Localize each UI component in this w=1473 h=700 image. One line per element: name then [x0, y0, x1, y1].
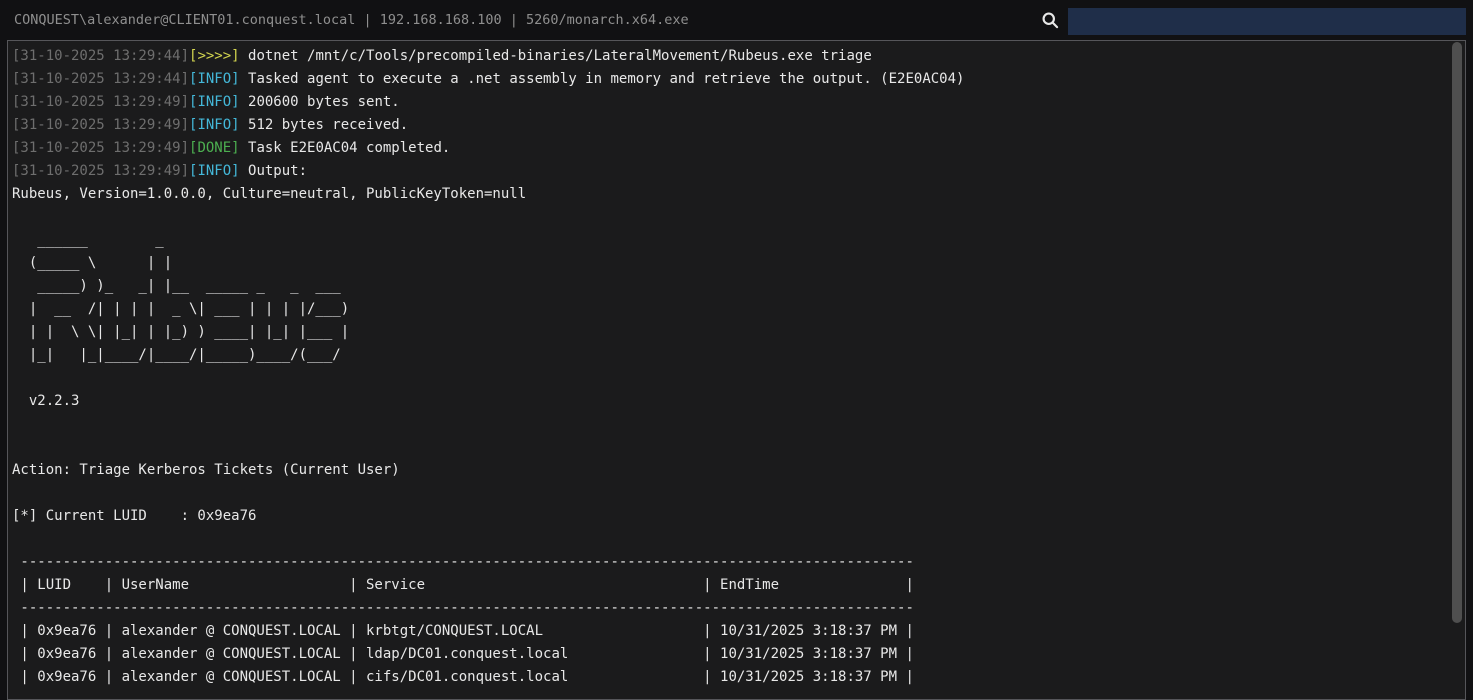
log-line: [31-10-2025 13:29:49][INFO] Output:: [12, 160, 1465, 183]
log-tag: [INFO]: [189, 94, 240, 110]
log-tag: [INFO]: [189, 71, 240, 87]
search-input[interactable]: [1068, 8, 1466, 35]
log-line: [31-10-2025 13:29:49][INFO] 512 bytes re…: [12, 114, 1465, 137]
header-bar: CONQUEST\alexander@CLIENT01.conquest.loc…: [0, 0, 1473, 40]
log-message: 512 bytes received.: [240, 117, 409, 133]
log-lines: [31-10-2025 13:29:44][>>>>] dotnet /mnt/…: [12, 45, 1465, 183]
scrollbar-thumb[interactable]: [1452, 42, 1462, 623]
log-line: [31-10-2025 13:29:44][INFO] Tasked agent…: [12, 68, 1465, 91]
log-message: Output:: [240, 163, 307, 179]
log-tag: [>>>>]: [189, 48, 240, 64]
scrollbar-track[interactable]: [1452, 41, 1462, 689]
log-timestamp: [31-10-2025 13:29:44]: [12, 48, 189, 64]
log-timestamp: [31-10-2025 13:29:44]: [12, 71, 189, 87]
log-tag: [INFO]: [189, 117, 240, 133]
log-message: Tasked agent to execute a .net assembly …: [240, 71, 965, 87]
rubeus-output: Rubeus, Version=1.0.0.0, Culture=neutral…: [12, 183, 1465, 689]
log-timestamp: [31-10-2025 13:29:49]: [12, 163, 189, 179]
log-line: [31-10-2025 13:29:44][>>>>] dotnet /mnt/…: [12, 45, 1465, 68]
log-timestamp: [31-10-2025 13:29:49]: [12, 140, 189, 156]
log-line: [31-10-2025 13:29:49][INFO] 200600 bytes…: [12, 91, 1465, 114]
log-timestamp: [31-10-2025 13:29:49]: [12, 94, 189, 110]
log-message: dotnet /mnt/c/Tools/precompiled-binaries…: [240, 48, 872, 64]
session-info: CONQUEST\alexander@CLIENT01.conquest.loc…: [14, 12, 689, 28]
log-timestamp: [31-10-2025 13:29:49]: [12, 117, 189, 133]
log-message: 200600 bytes sent.: [240, 94, 400, 110]
log-line: [31-10-2025 13:29:49][DONE] Task E2E0AC0…: [12, 137, 1465, 160]
terminal-output-panel[interactable]: [31-10-2025 13:29:44][>>>>] dotnet /mnt/…: [7, 40, 1466, 700]
log-tag: [DONE]: [189, 140, 240, 156]
search-icon[interactable]: [1040, 10, 1060, 30]
log-tag: [INFO]: [189, 163, 240, 179]
log-message: Task E2E0AC04 completed.: [240, 140, 451, 156]
